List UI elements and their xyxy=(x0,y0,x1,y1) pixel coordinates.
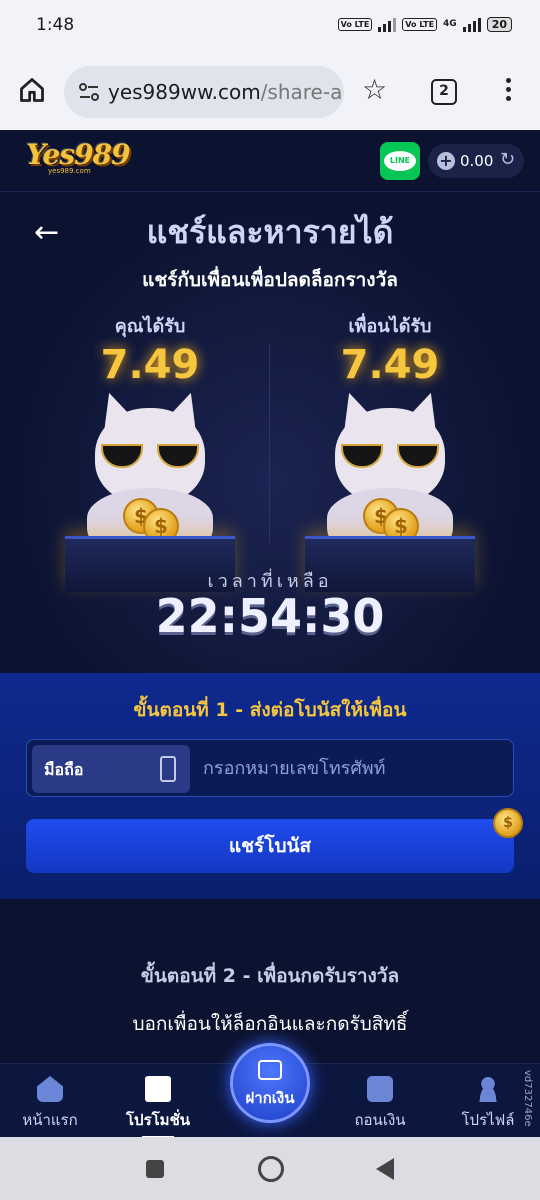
nav-withdraw[interactable]: ถอนเงิน xyxy=(330,1076,430,1132)
home-circle-icon[interactable] xyxy=(258,1156,284,1182)
nav-promotions[interactable]: โปรโมชั่น xyxy=(108,1076,208,1139)
cat-coin-illustration: $ $ xyxy=(65,387,235,592)
page-subtitle: แชร์กับเพื่อนเพื่อปลดล็อกรางวัล xyxy=(142,269,398,291)
home-icon[interactable] xyxy=(18,76,46,104)
balance-amount: 0.00 xyxy=(460,152,494,170)
back-triangle-icon[interactable] xyxy=(376,1158,394,1180)
deposit-label: ฝากเงิน xyxy=(245,1089,295,1107)
site-settings-icon[interactable] xyxy=(78,82,100,102)
tab-switcher-button[interactable]: 2 xyxy=(431,79,457,105)
countdown-timer: 22:54:30 xyxy=(155,589,385,643)
add-funds-icon[interactable]: + xyxy=(437,152,455,170)
nav-profile-label: โปรไฟล์ xyxy=(461,1111,515,1129)
share-hero: ← แชร์และหารายได้ แชร์กับเพื่อนเพื่อปลดล… xyxy=(0,193,540,673)
address-bar[interactable]: yes989ww.com/share-a xyxy=(64,66,344,118)
balance-widget[interactable]: + 0.00 ↻ xyxy=(428,144,524,178)
phone-number-input[interactable] xyxy=(203,752,503,784)
app-header: Yes989 yes989.com LINE + 0.00 ↻ xyxy=(0,130,540,192)
phone-field: มือถือ xyxy=(26,739,514,797)
url-domain: yes989ww.com xyxy=(108,80,261,104)
friend-receive-label: เพื่อนได้รับ xyxy=(348,316,432,337)
deposit-icon xyxy=(258,1060,282,1080)
step1-title: ขั้นตอนที่ 1 - ส่งต่อโบนัสให้เพื่อน xyxy=(133,699,407,721)
version-text: vd732746e xyxy=(522,1070,533,1127)
nav-withdraw-label: ถอนเงิน xyxy=(354,1111,406,1129)
column-divider xyxy=(269,343,270,543)
browser-menu-icon[interactable] xyxy=(498,78,518,104)
you-receive-value: 7.49 xyxy=(100,342,200,388)
you-receive-label: คุณได้รับ xyxy=(114,316,186,337)
site-logo-domain: yes989.com xyxy=(48,167,91,175)
page-title: แชร์และหารายได้ xyxy=(146,213,394,251)
sunglasses-icon xyxy=(101,444,199,468)
phone-tag-label: มือถือ xyxy=(44,760,84,779)
home-icon xyxy=(37,1076,63,1102)
bookmark-star-icon[interactable]: ☆ xyxy=(362,76,387,104)
volte-badge: Vo LTE xyxy=(337,17,373,31)
recents-icon[interactable] xyxy=(146,1160,164,1178)
step2-description: บอกเพื่อนให้ล็อกอินและกดรับสิทธิ์ xyxy=(132,1013,408,1035)
wallet-icon xyxy=(367,1076,393,1102)
line-contact-button[interactable]: LINE xyxy=(380,142,420,180)
refresh-icon[interactable]: ↻ xyxy=(500,149,515,170)
url-text: yes989ww.com/share-a xyxy=(108,80,342,104)
deposit-button[interactable]: ฝากเงิน xyxy=(230,1043,310,1123)
step2-panel: ขั้นตอนที่ 2 - เพื่อนกดรับรางวัล บอกเพื่… xyxy=(0,899,540,1063)
share-bonus-button[interactable]: แชร์โบนัส xyxy=(26,819,514,873)
system-navigation-bar xyxy=(0,1137,540,1200)
friend-receive-value: 7.49 xyxy=(340,342,440,388)
phone-type-tag: มือถือ xyxy=(32,745,190,793)
signal-icon-2 xyxy=(462,16,481,32)
volte-badge-2: Vo LTE xyxy=(402,17,438,31)
status-time: 1:48 xyxy=(36,15,75,35)
mobile-phone-icon xyxy=(160,756,176,782)
nav-home-label: หน้าแรก xyxy=(22,1111,78,1129)
user-icon xyxy=(475,1076,501,1102)
step1-panel: ขั้นตอนที่ 1 - ส่งต่อโบนัสให้เพื่อน มือถ… xyxy=(0,673,540,899)
floating-coin-icon[interactable]: $ xyxy=(493,808,523,838)
nav-promotions-label: โปรโมชั่น xyxy=(125,1111,190,1129)
status-icons: Vo LTE Vo LTE 4G 20 xyxy=(337,16,512,32)
cat-coin-illustration: $ $ xyxy=(305,387,475,592)
friend-receive-card: เพื่อนได้รับ 7.49 $ $ xyxy=(290,311,490,592)
nav-home[interactable]: หน้าแรก xyxy=(0,1076,100,1132)
status-bar: 1:48 Vo LTE Vo LTE 4G 20 xyxy=(0,0,540,52)
signal-icon xyxy=(378,16,397,32)
network-type: 4G xyxy=(443,19,457,29)
line-label: LINE xyxy=(384,151,416,171)
you-receive-card: คุณได้รับ 7.49 $ $ xyxy=(50,311,250,592)
browser-toolbar: yes989ww.com/share-a ☆ 2 xyxy=(0,52,540,130)
gift-icon xyxy=(145,1076,171,1102)
step2-title: ขั้นตอนที่ 2 - เพื่อนกดรับรางวัล xyxy=(140,965,400,987)
url-path: /share-a xyxy=(260,80,343,104)
sunglasses-icon xyxy=(341,444,439,468)
battery-icon: 20 xyxy=(486,16,512,32)
